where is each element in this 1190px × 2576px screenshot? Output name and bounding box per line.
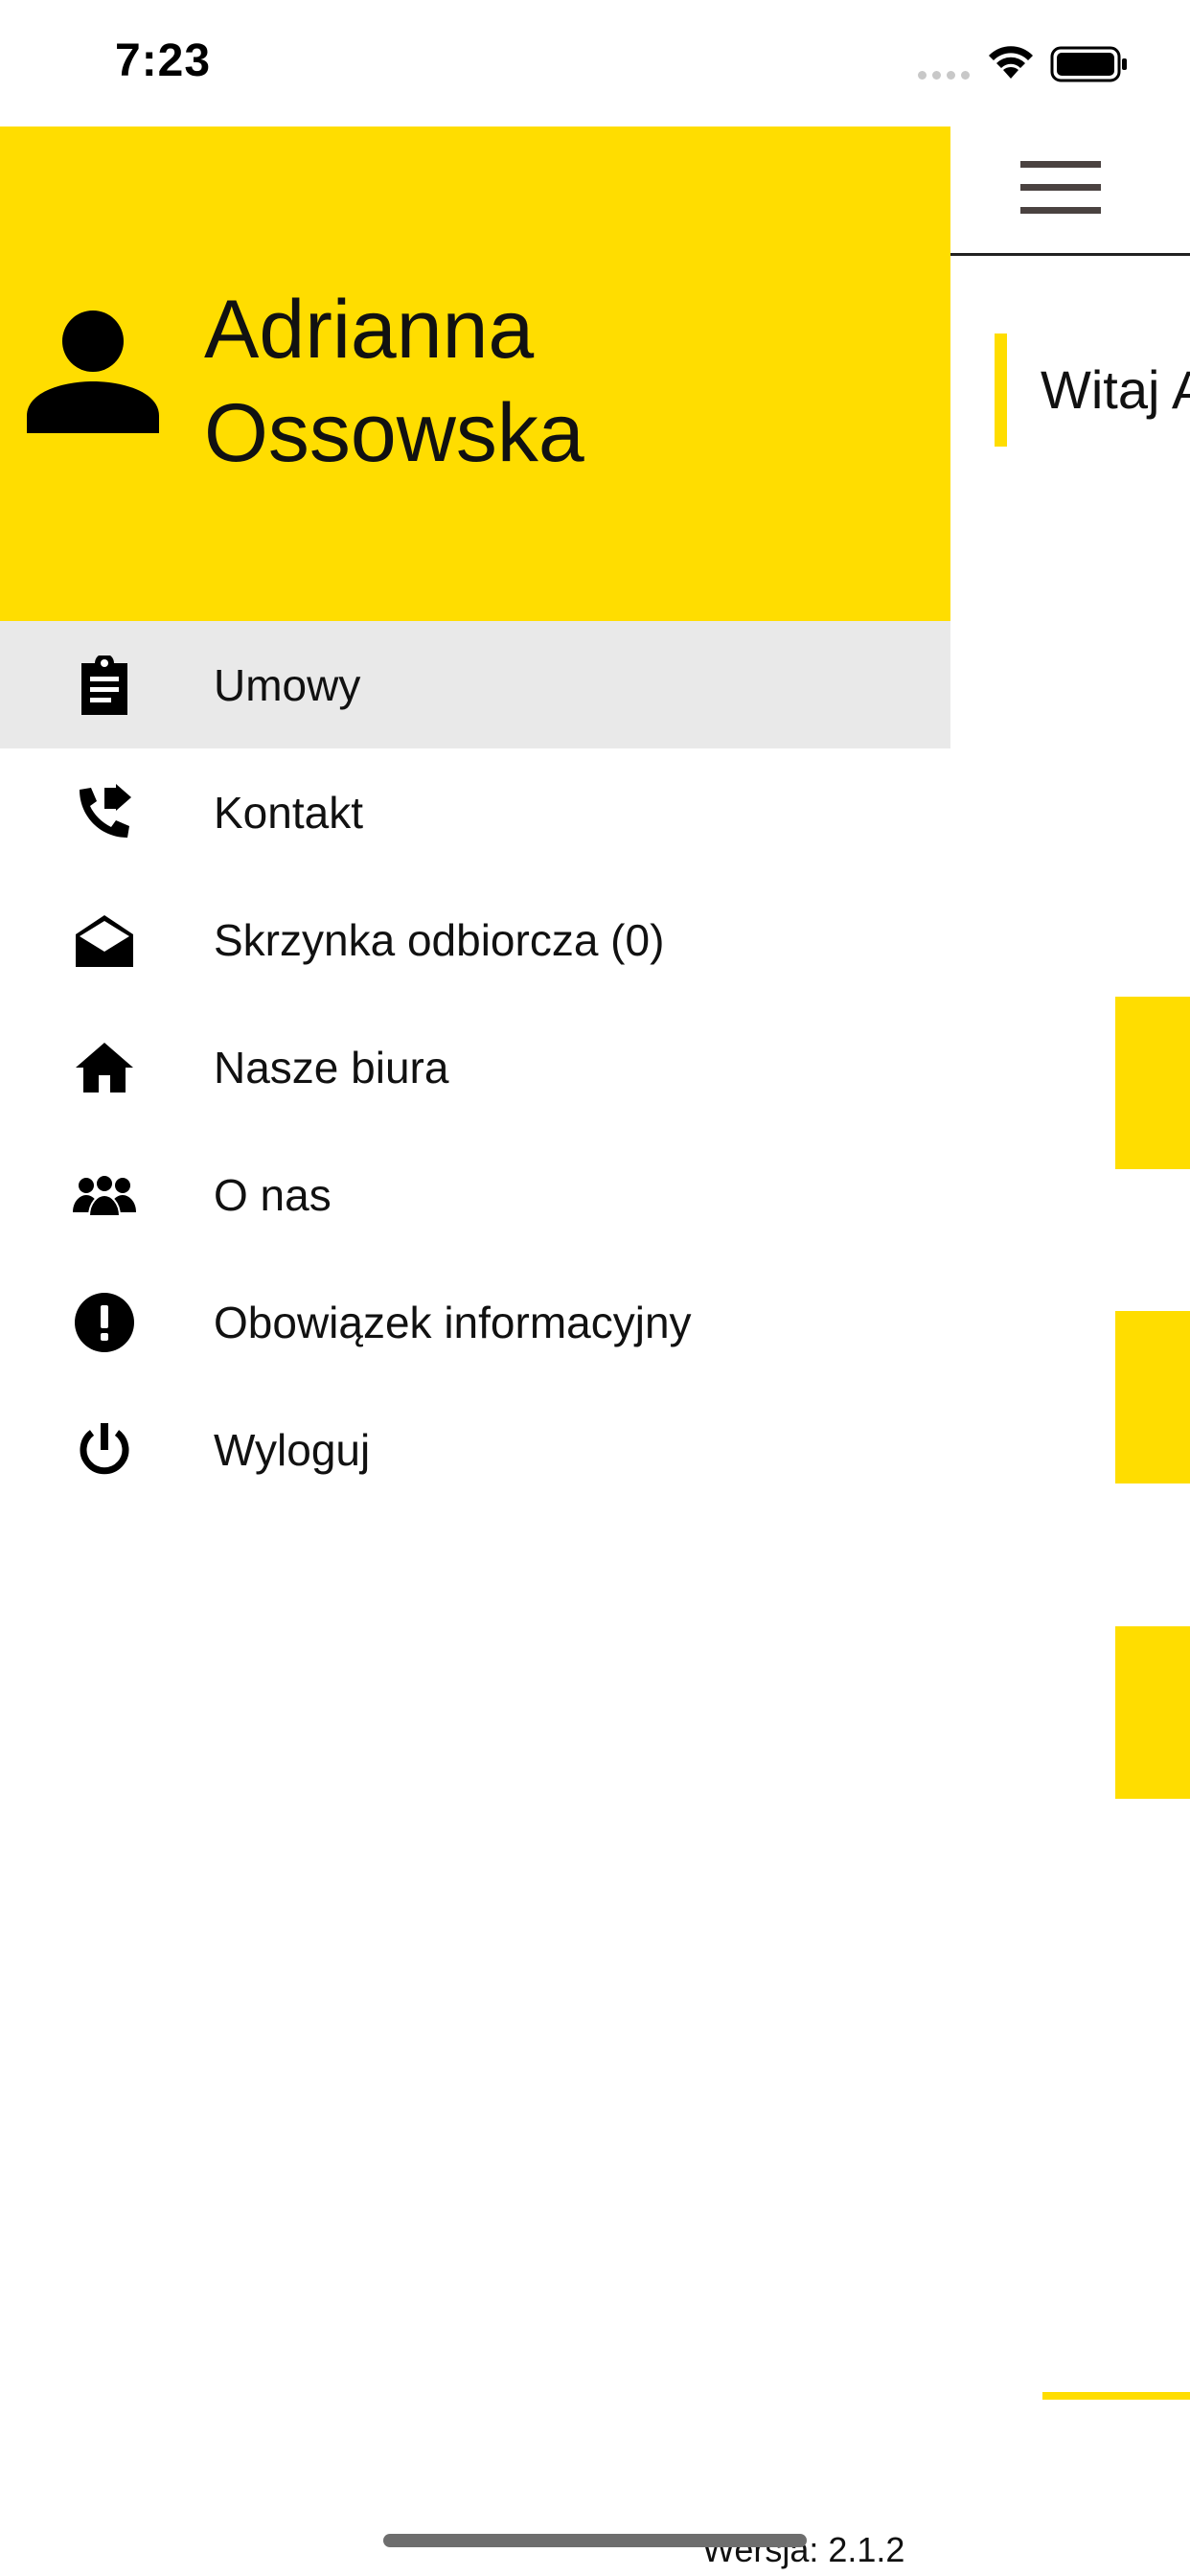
dashboard-tile[interactable]: [1115, 1311, 1190, 1484]
wifi-icon: [989, 46, 1033, 79]
menu-item-nasze-biura[interactable]: Nasze biura: [0, 1003, 950, 1131]
menu-label: Obowiązek informacyjny: [214, 1297, 692, 1347]
screen: 7:23 Witaj A Adrianna Ossowska Umowy Kon…: [0, 0, 1190, 2576]
menu-label: O nas: [214, 1169, 332, 1220]
user-first-name: Adrianna: [204, 284, 535, 376]
open-envelope-icon: [73, 908, 136, 972]
home-icon: [73, 1036, 136, 1099]
navigation-drawer: Adrianna Ossowska Umowy Kontakt Skrzynka…: [0, 126, 950, 2576]
user-avatar-icon: [27, 310, 159, 433]
menu-item-kontakt[interactable]: Kontakt: [0, 748, 950, 876]
drawer-header: Adrianna Ossowska: [0, 126, 950, 621]
menu-label: Wyloguj: [214, 1424, 371, 1475]
power-icon: [73, 1418, 136, 1482]
user-name: Adrianna Ossowska: [204, 278, 584, 485]
status-time: 7:23: [115, 35, 212, 86]
home-indicator[interactable]: [383, 2534, 807, 2547]
menu-label: Kontakt: [214, 787, 363, 838]
footer-accent-line: [1042, 2392, 1190, 2400]
dashboard-tile[interactable]: [1115, 997, 1190, 1169]
welcome-accent-bar: [995, 334, 1007, 447]
clipboard-icon: [73, 654, 136, 717]
drawer-menu: Umowy Kontakt Skrzynka odbiorcza (0) Nas…: [0, 621, 950, 1513]
user-last-name: Ossowska: [204, 387, 584, 479]
menu-item-obowiazek[interactable]: Obowiązek informacyjny: [0, 1258, 950, 1386]
people-icon: [73, 1163, 136, 1227]
cellular-signal-icon: [918, 71, 970, 80]
hamburger-menu-icon[interactable]: [1020, 161, 1101, 215]
exclamation-icon: [73, 1291, 136, 1354]
menu-item-skrzynka[interactable]: Skrzynka odbiorcza (0): [0, 876, 950, 1003]
dashboard-tile[interactable]: [1115, 1626, 1190, 1799]
status-bar: 7:23: [0, 0, 1190, 126]
battery-icon: [1050, 46, 1127, 82]
menu-item-umowy[interactable]: Umowy: [0, 621, 950, 748]
welcome-text: Witaj A: [1041, 359, 1190, 420]
menu-label: Nasze biura: [214, 1042, 449, 1092]
phone-forward-icon: [73, 781, 136, 844]
menu-label: Skrzynka odbiorcza (0): [214, 914, 665, 965]
menu-label: Umowy: [214, 659, 361, 710]
menu-item-wyloguj[interactable]: Wyloguj: [0, 1386, 950, 1513]
menu-item-o-nas[interactable]: O nas: [0, 1131, 950, 1258]
